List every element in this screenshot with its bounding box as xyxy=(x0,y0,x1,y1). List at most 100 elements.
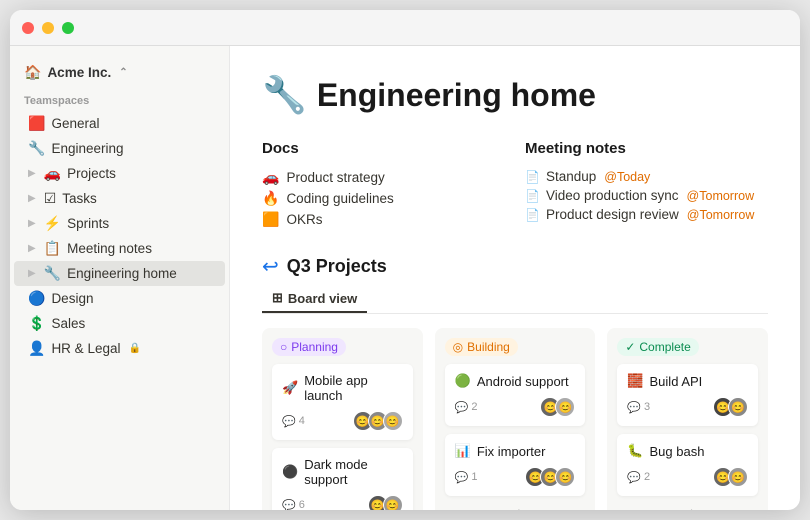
card-icon: 📊 xyxy=(455,443,471,459)
hr-icon: 👤 xyxy=(28,340,45,357)
avatar: 😊 xyxy=(383,411,403,431)
card-footer: 💬 2 😊 😊 xyxy=(455,397,576,417)
column-tag-building: ◎ Building xyxy=(445,338,518,356)
chevron-icon: ▶ xyxy=(28,168,36,179)
card-avatars: 😊 😊 xyxy=(540,397,575,417)
tab-board-view[interactable]: ⊞ Board view xyxy=(262,285,367,313)
sidebar-item-label: Tasks xyxy=(62,191,97,206)
sidebar-item-design[interactable]: 🔵 Design xyxy=(14,286,225,311)
sidebar-item-meeting-notes[interactable]: ▶ 📋 Meeting notes xyxy=(14,236,225,261)
board-view-icon: ⊞ xyxy=(272,290,283,306)
column-building: ◎ Building 🟢 Android support xyxy=(435,328,596,510)
projects-section-title: Q3 Projects xyxy=(287,256,387,277)
doc-label: Coding guidelines xyxy=(286,191,393,206)
sidebar: 🏠 Acme Inc. ⌃ Teamspaces 🟥 General 🔧 Eng… xyxy=(10,46,230,510)
card-avatars: 😊 😊 xyxy=(713,397,748,417)
card-label: Dark mode support xyxy=(304,457,402,487)
card-footer: 💬 2 😊 😊 xyxy=(627,467,748,487)
meeting-item-product-design[interactable]: 📄 Product design review @Tomorrow xyxy=(525,205,768,224)
sidebar-item-label: Design xyxy=(51,291,93,306)
column-tag-planning: ○ Planning xyxy=(272,338,346,356)
sidebar-item-projects[interactable]: ▶ 🚗 Projects xyxy=(14,161,225,186)
new-task-building[interactable]: + + New Task xyxy=(445,504,586,510)
card-comments: 💬 3 xyxy=(627,401,650,414)
meeting-notes-title: Meeting notes xyxy=(525,140,768,157)
new-task-complete[interactable]: + + New Task xyxy=(617,504,758,510)
sprints-icon: ⚡ xyxy=(44,215,61,232)
sidebar-item-engineering[interactable]: 🔧 Engineering xyxy=(14,136,225,161)
design-icon: 🔵 xyxy=(28,290,45,307)
sidebar-item-sales[interactable]: 💲 Sales xyxy=(14,311,225,336)
card-avatars: 😊 😊 xyxy=(713,467,748,487)
meeting-item-video-sync[interactable]: 📄 Video production sync @Tomorrow xyxy=(525,186,768,205)
card-dark-mode[interactable]: ⚫ Dark mode support 💬 6 😊 😊 xyxy=(272,448,413,510)
card-avatars: 😊 😊 😊 xyxy=(525,467,575,487)
meeting-item-standup[interactable]: 📄 Standup @Today xyxy=(525,167,768,186)
comment-icon: 💬 xyxy=(455,401,469,414)
comment-icon: 💬 xyxy=(455,471,469,484)
maximize-dot[interactable] xyxy=(62,22,74,34)
app-window: 🏠 Acme Inc. ⌃ Teamspaces 🟥 General 🔧 Eng… xyxy=(10,10,800,510)
docs-section: Docs 🚗 Product strategy 🔥 Coding guideli… xyxy=(262,140,505,230)
comment-icon: 💬 xyxy=(627,471,641,484)
doc-label: OKRs xyxy=(286,212,322,227)
card-title: 🐛 Bug bash xyxy=(627,443,748,459)
comment-icon: 💬 xyxy=(282,415,296,428)
main-content: 🔧 Engineering home Docs 🚗 Product strate… xyxy=(230,46,800,510)
card-label: Build API xyxy=(650,374,703,389)
page-title: Engineering home xyxy=(317,77,596,114)
projects-icon: 🚗 xyxy=(44,165,61,182)
card-bug-bash[interactable]: 🐛 Bug bash 💬 2 😊 😊 xyxy=(617,434,758,496)
sidebar-item-general[interactable]: 🟥 General xyxy=(14,111,225,136)
card-title: 📊 Fix importer xyxy=(455,443,576,459)
workspace-name: Acme Inc. xyxy=(47,65,111,80)
sidebar-item-engineering-home[interactable]: ▶ 🔧 Engineering home xyxy=(14,261,225,286)
doc-label: Product strategy xyxy=(286,170,384,185)
app-body: 🏠 Acme Inc. ⌃ Teamspaces 🟥 General 🔧 Eng… xyxy=(10,46,800,510)
meeting-title: Product design review xyxy=(546,207,679,222)
minimize-dot[interactable] xyxy=(42,22,54,34)
comment-count: 1 xyxy=(471,471,477,483)
meeting-title: Standup xyxy=(546,169,596,184)
workspace-selector[interactable]: 🏠 Acme Inc. ⌃ xyxy=(10,58,229,87)
card-fix-importer[interactable]: 📊 Fix importer 💬 1 😊 😊 xyxy=(445,434,586,496)
projects-section: ↩ Q3 Projects ⊞ Board view ○ xyxy=(262,254,768,510)
projects-section-icon: ↩ xyxy=(262,254,279,279)
card-comments: 💬 6 xyxy=(282,499,305,511)
page-doc-icon: 📄 xyxy=(525,170,540,184)
card-mobile-app[interactable]: 🚀 Mobile app launch 💬 4 😊 😊 xyxy=(272,364,413,440)
card-comments: 💬 1 xyxy=(455,471,478,484)
sidebar-item-hr-legal[interactable]: 👤 HR & Legal 🔒 xyxy=(14,336,225,361)
card-build-api[interactable]: 🧱 Build API 💬 3 😊 😊 xyxy=(617,364,758,426)
sidebar-item-tasks[interactable]: ▶ ☑ Tasks xyxy=(14,186,225,211)
card-label: Mobile app launch xyxy=(304,373,402,403)
sidebar-item-sprints[interactable]: ▶ ⚡ Sprints xyxy=(14,211,225,236)
doc-item-product-strategy[interactable]: 🚗 Product strategy xyxy=(262,167,505,188)
meeting-notes-icon: 📋 xyxy=(44,240,61,257)
card-title: 🟢 Android support xyxy=(455,373,576,389)
doc-item-coding-guidelines[interactable]: 🔥 Coding guidelines xyxy=(262,188,505,209)
comment-count: 2 xyxy=(644,471,650,483)
sidebar-item-label: General xyxy=(51,116,99,131)
planning-dot: ○ xyxy=(280,340,287,354)
meeting-date: @Today xyxy=(604,170,650,184)
card-icon: 🚀 xyxy=(282,380,298,396)
card-icon: ⚫ xyxy=(282,464,298,480)
titlebar xyxy=(10,10,800,46)
meeting-date: @Tomorrow xyxy=(687,189,755,203)
card-footer: 💬 3 😊 😊 xyxy=(627,397,748,417)
avatar: 😊 xyxy=(728,397,748,417)
card-label: Bug bash xyxy=(650,444,705,459)
comment-icon: 💬 xyxy=(627,401,641,414)
projects-title-row: ↩ Q3 Projects xyxy=(262,254,768,279)
complete-label: Complete xyxy=(639,340,690,354)
complete-dot: ✓ xyxy=(625,340,635,354)
workspace-chevron: ⌃ xyxy=(119,67,127,78)
sidebar-section-label: Teamspaces xyxy=(10,95,229,111)
comment-count: 2 xyxy=(471,401,477,413)
doc-item-okrs[interactable]: 🟧 OKRs xyxy=(262,209,505,230)
close-dot[interactable] xyxy=(22,22,34,34)
card-icon: 🟢 xyxy=(455,373,471,389)
view-tabs: ⊞ Board view xyxy=(262,285,768,314)
card-android[interactable]: 🟢 Android support 💬 2 😊 😊 xyxy=(445,364,586,426)
